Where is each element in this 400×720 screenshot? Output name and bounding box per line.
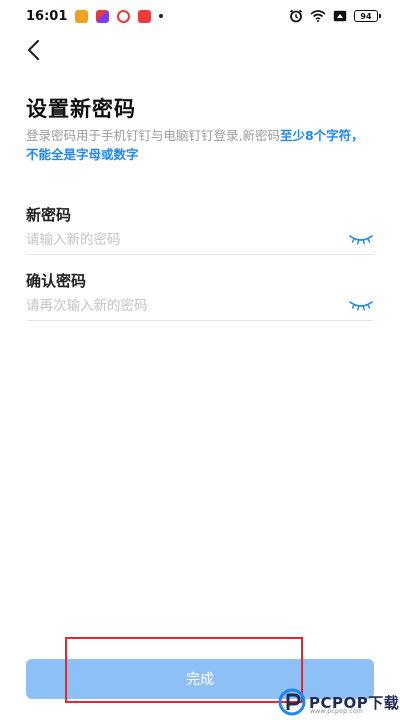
new-password-input[interactable] <box>26 232 326 248</box>
subtitle-text: 登录密码用于手机钉钉与电脑钉钉登录,新密码 <box>26 128 280 143</box>
app-icon-red-ring <box>117 9 131 23</box>
chevron-left-icon <box>27 39 40 61</box>
new-password-label: 新密码 <box>26 206 72 224</box>
confirm-password-input[interactable] <box>26 298 326 314</box>
battery-level: 94 <box>360 11 372 21</box>
status-bar: 16:01 94 <box>0 0 400 32</box>
confirm-password-field: 确认密码 <box>26 270 374 321</box>
app-icon-orange <box>75 9 89 23</box>
confirm-password-label: 确认密码 <box>26 272 87 290</box>
new-password-row <box>26 226 374 254</box>
alarm-icon <box>289 9 303 23</box>
status-bar-left: 16:01 <box>26 8 164 24</box>
page-title: 设置新密码 <box>26 97 136 121</box>
back-button[interactable] <box>20 36 48 64</box>
wifi-icon <box>310 10 326 22</box>
eye-closed-icon[interactable] <box>348 233 374 247</box>
status-time: 16:01 <box>26 8 68 24</box>
app-icon-purple <box>96 9 110 23</box>
new-password-field: 新密码 <box>26 204 374 255</box>
app-icon-red <box>138 9 152 23</box>
eye-closed-icon[interactable] <box>348 299 374 313</box>
battery-icon: 94 <box>354 10 381 22</box>
pcpop-logo-icon <box>278 688 306 716</box>
notification-dot-icon <box>159 14 164 18</box>
sim-icon <box>333 10 347 22</box>
page-subtitle: 登录密码用于手机钉钉与电脑钉钉登录,新密码至少8个字符，不能全是字母或数字 <box>26 126 376 164</box>
watermark-subtext: www.pcpop.com <box>310 708 364 715</box>
confirm-password-row <box>26 292 374 320</box>
status-bar-right: 94 <box>289 9 381 23</box>
